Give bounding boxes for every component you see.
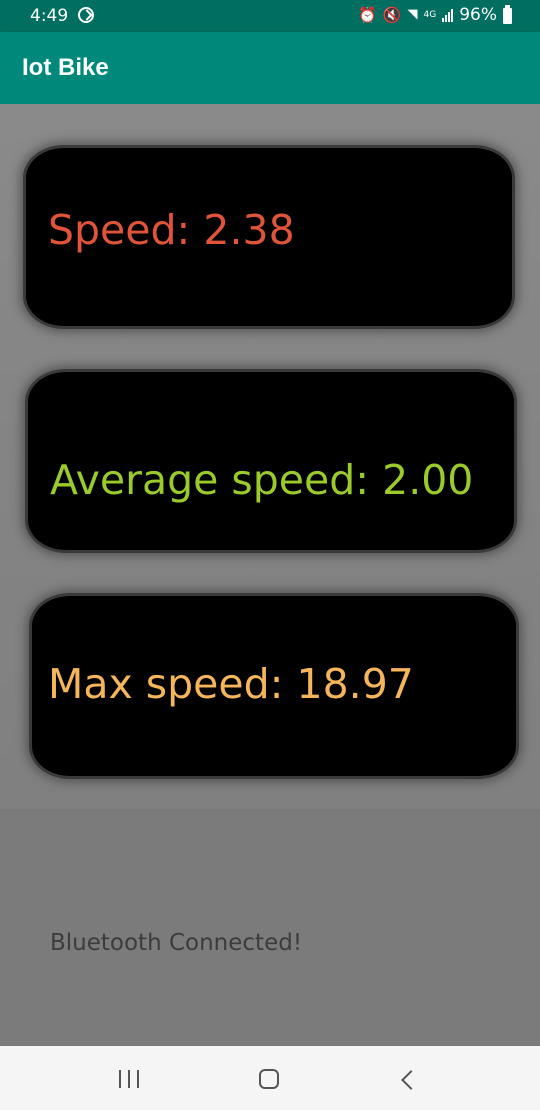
alarm-icon: ⏰ bbox=[358, 6, 377, 24]
recent-apps-icon[interactable] bbox=[119, 1070, 139, 1088]
max-speed-card: Max speed: 18.97 bbox=[32, 596, 516, 776]
speed-card: Speed: 2.38 bbox=[26, 148, 512, 326]
battery-percent: 96% bbox=[459, 5, 497, 25]
status-time: 4:49 bbox=[30, 6, 69, 26]
status-icons: ⏰ 🔇 ◥ 4G 96% bbox=[358, 4, 512, 25]
main-content: Speed: 2.38 Average speed: 2.00 Max spee… bbox=[0, 104, 540, 1046]
mute-icon: 🔇 bbox=[382, 6, 402, 24]
app-bar: Iot Bike bbox=[0, 32, 540, 104]
app-title: Iot Bike bbox=[22, 54, 109, 81]
navigation-bar bbox=[0, 1046, 540, 1110]
max-speed-text: Max speed: 18.97 bbox=[48, 660, 414, 708]
signal-icon bbox=[442, 8, 454, 22]
average-speed-text: Average speed: 2.00 bbox=[50, 456, 474, 504]
battery-icon bbox=[503, 4, 512, 24]
wifi-icon: ◥ bbox=[407, 7, 418, 22]
speed-text: Speed: 2.38 bbox=[48, 206, 295, 254]
bluetooth-status-text: Bluetooth Connected! bbox=[50, 930, 303, 956]
back-icon[interactable] bbox=[401, 1070, 421, 1090]
sync-icon bbox=[78, 7, 94, 23]
network-type-label: 4G bbox=[423, 10, 437, 20]
status-bar: 4:49 ⏰ 🔇 ◥ 4G 96% bbox=[0, 0, 540, 32]
home-icon[interactable] bbox=[259, 1069, 279, 1089]
average-speed-card: Average speed: 2.00 bbox=[28, 372, 514, 550]
